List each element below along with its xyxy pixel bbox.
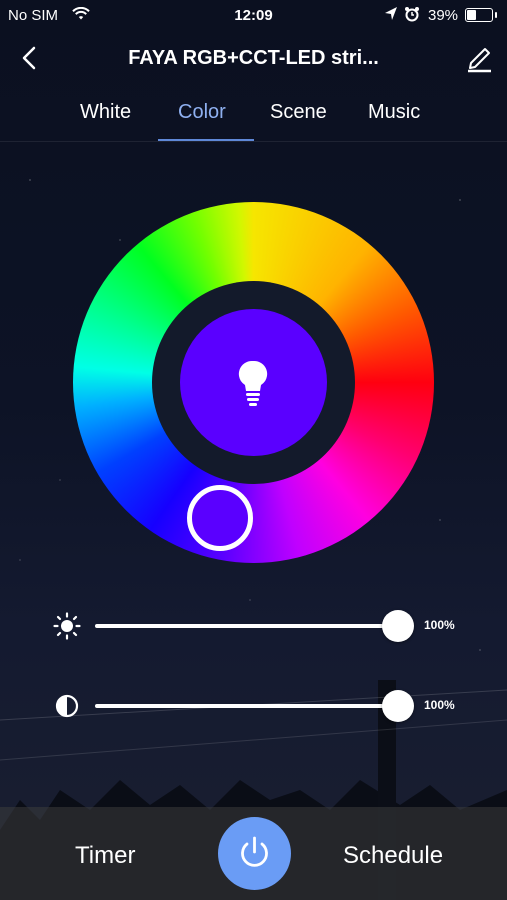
mode-tabs: White Color Scene Music <box>0 95 507 142</box>
contrast-icon <box>55 694 79 718</box>
tab-music[interactable]: Music <box>368 101 420 124</box>
battery-icon <box>465 8 497 22</box>
saturation-track[interactable] <box>95 704 398 708</box>
active-tab-indicator <box>158 139 254 141</box>
saturation-knob[interactable] <box>382 690 414 722</box>
power-button[interactable] <box>218 817 291 890</box>
color-wheel[interactable] <box>73 202 434 563</box>
timer-button[interactable]: Timer <box>75 842 135 870</box>
battery-percent: 39% <box>428 7 459 24</box>
location-arrow-icon <box>384 6 398 26</box>
brightness-slider-row: 100% <box>0 606 507 646</box>
tab-white[interactable]: White <box>80 101 131 124</box>
color-picker-handle[interactable] <box>187 485 253 551</box>
brightness-track[interactable] <box>95 624 398 628</box>
bottom-bar: Timer Schedule <box>0 807 507 900</box>
power-icon <box>241 836 268 867</box>
schedule-button[interactable]: Schedule <box>343 842 443 870</box>
tab-scene[interactable]: Scene <box>270 101 327 124</box>
pencil-icon <box>468 48 491 73</box>
sun-icon <box>53 612 81 640</box>
chevron-left-icon <box>22 46 36 70</box>
tab-color[interactable]: Color <box>178 101 226 124</box>
alarm-clock-icon <box>404 6 420 26</box>
brightness-value: 100% <box>424 618 455 632</box>
saturation-value: 100% <box>424 698 455 712</box>
saturation-slider-row: 100% <box>0 686 507 726</box>
light-bulb-icon <box>238 360 268 406</box>
brightness-knob[interactable] <box>382 610 414 642</box>
device-title: FAYA RGB+CCT-LED stri... <box>128 47 379 69</box>
edit-button[interactable] <box>465 43 493 73</box>
nav-bar: FAYA RGB+CCT-LED stri... <box>0 32 507 86</box>
status-bar: No SIM 12:09 39% <box>0 0 507 32</box>
back-button[interactable] <box>16 44 44 72</box>
